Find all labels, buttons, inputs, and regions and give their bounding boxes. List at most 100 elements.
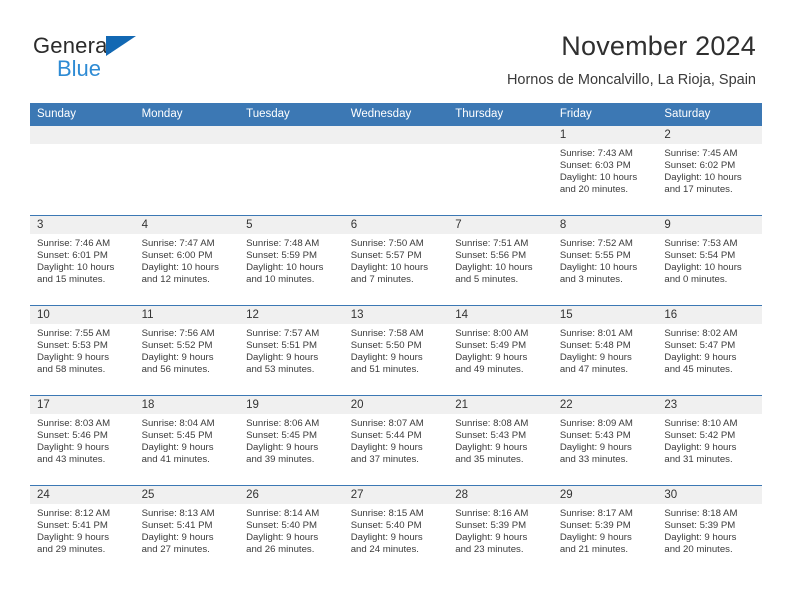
calendar-day-cell[interactable]: 16 Sunrise: 8:02 AM Sunset: 5:47 PM Dayligh… — [657, 305, 762, 396]
day-number: 15 — [552, 306, 658, 324]
day-number: 25 — [134, 486, 240, 504]
daylight-text-line2: and 53 minutes. — [246, 364, 315, 376]
sunset-text: Sunset: 5:40 PM — [246, 520, 318, 532]
daylight-text-line2: and 12 minutes. — [141, 274, 210, 286]
day-sun-info: Sunrise: 7:57 AM Sunset: 5:51 PM Daylight:… — [239, 324, 344, 376]
day-sun-info: Sunrise: 7:58 AM Sunset: 5:50 PM Daylight:… — [344, 324, 449, 376]
sunset-text: Sunset: 5:45 PM — [141, 430, 213, 442]
daylight-text-line2: and 49 minutes. — [455, 364, 524, 376]
calendar-day-cell[interactable]: 12 Sunrise: 7:57 AM Sunset: 5:51 PM Dayligh… — [239, 305, 344, 396]
calendar-day-cell[interactable]: 19 Sunrise: 8:06 AM Sunset: 5:45 PM Dayligh… — [239, 395, 344, 486]
calendar-day-cell[interactable]: 30 Sunrise: 8:18 AM Sunset: 5:39 PM Dayligh… — [657, 485, 762, 576]
day-sun-info: Sunrise: 7:50 AM Sunset: 5:57 PM Daylight:… — [344, 234, 449, 286]
calendar-day-cell[interactable]: 23 Sunrise: 8:10 AM Sunset: 5:42 PM Dayligh… — [657, 395, 762, 486]
day-sun-info: Sunrise: 7:56 AM Sunset: 5:52 PM Daylight:… — [135, 324, 240, 376]
sunset-text: Sunset: 5:56 PM — [455, 250, 527, 262]
page-subtitle: Hornos de Moncalvillo, La Rioja, Spain — [506, 72, 756, 88]
calendar-day-cell[interactable]: 14 Sunrise: 8:00 AM Sunset: 5:49 PM Dayligh… — [448, 305, 553, 396]
brand-logo[interactable]: General Blue — [33, 34, 163, 84]
calendar-day-cell[interactable]: 17 Sunrise: 8:03 AM Sunset: 5:46 PM Dayligh… — [30, 395, 135, 486]
calendar-day-cell[interactable]: 25 Sunrise: 8:13 AM Sunset: 5:41 PM Dayligh… — [134, 485, 240, 576]
calendar-week-row: 24 Sunrise: 8:12 AM Sunset: 5:41 PM Dayligh… — [30, 485, 762, 576]
sunrise-text: Sunrise: 7:52 AM — [559, 238, 633, 249]
sunset-text: Sunset: 5:43 PM — [455, 430, 527, 442]
daylight-text-line2: and 39 minutes. — [246, 454, 315, 466]
daylight-text-line1: Daylight: 9 hours — [559, 532, 632, 544]
day-number: 9 — [657, 216, 762, 234]
calendar-day-cell[interactable]: 1 Sunrise: 7:43 AM Sunset: 6:03 PM Daylight… — [552, 125, 658, 216]
daylight-text-line1: Daylight: 9 hours — [141, 532, 214, 544]
calendar-day-cell[interactable]: 2 Sunrise: 7:45 AM Sunset: 6:02 PM Daylight… — [657, 125, 762, 216]
day-sun-info: Sunrise: 7:48 AM Sunset: 5:59 PM Daylight:… — [239, 234, 344, 286]
calendar-day-cell[interactable]: 27 Sunrise: 8:15 AM Sunset: 5:40 PM Dayligh… — [343, 485, 449, 576]
sunrise-text: Sunrise: 7:57 AM — [246, 328, 320, 339]
daylight-text-line2: and 7 minutes. — [350, 274, 414, 286]
sunrise-text: Sunrise: 8:16 AM — [455, 508, 529, 519]
day-sun-info: Sunrise: 8:17 AM Sunset: 5:39 PM Daylight:… — [553, 504, 658, 556]
day-number — [448, 125, 553, 144]
calendar-day-cell[interactable]: 13 Sunrise: 7:58 AM Sunset: 5:50 PM Dayligh… — [343, 305, 449, 396]
weekday-header-sunday: Sunday — [30, 103, 135, 126]
daylight-text-line1: Daylight: 10 hours — [37, 262, 115, 274]
day-sun-info: Sunrise: 8:18 AM Sunset: 5:39 PM Daylight:… — [657, 504, 762, 556]
calendar-day-cell[interactable]: 26 Sunrise: 8:14 AM Sunset: 5:40 PM Dayligh… — [239, 485, 344, 576]
sunrise-text: Sunrise: 7:46 AM — [37, 238, 111, 249]
calendar-day-cell[interactable]: 5 Sunrise: 7:48 AM Sunset: 5:59 PM Daylight… — [239, 215, 344, 306]
sunset-text: Sunset: 5:39 PM — [664, 520, 736, 532]
brand-name-blue: Blue — [57, 56, 102, 81]
daylight-text-line2: and 56 minutes. — [141, 364, 210, 376]
daylight-text-line1: Daylight: 10 hours — [141, 262, 219, 274]
calendar-day-cell-empty — [343, 125, 449, 216]
calendar-week-row: 1 Sunrise: 7:43 AM Sunset: 6:03 PM Daylight… — [30, 125, 762, 216]
sunrise-text: Sunrise: 7:51 AM — [455, 238, 529, 249]
sunrise-text: Sunrise: 8:10 AM — [664, 418, 738, 429]
sunset-text: Sunset: 6:03 PM — [559, 160, 631, 172]
daylight-text-line1: Daylight: 10 hours — [455, 262, 533, 274]
sunrise-text: Sunrise: 7:50 AM — [350, 238, 424, 249]
day-number: 17 — [30, 396, 135, 414]
calendar-day-cell[interactable]: 9 Sunrise: 7:53 AM Sunset: 5:54 PM Daylight… — [657, 215, 762, 306]
daylight-text-line1: Daylight: 9 hours — [664, 532, 737, 544]
sunset-text: Sunset: 5:55 PM — [559, 250, 631, 262]
day-sun-info: Sunrise: 8:00 AM Sunset: 5:49 PM Daylight:… — [448, 324, 553, 376]
daylight-text-line1: Daylight: 9 hours — [559, 352, 632, 364]
calendar-day-cell[interactable]: 15 Sunrise: 8:01 AM Sunset: 5:48 PM Dayligh… — [552, 305, 658, 396]
page-title: November 2024 — [561, 31, 756, 61]
calendar-day-cell[interactable]: 22 Sunrise: 8:09 AM Sunset: 5:43 PM Dayligh… — [552, 395, 658, 486]
sunset-text: Sunset: 5:44 PM — [350, 430, 422, 442]
calendar-day-cell-empty — [239, 125, 344, 216]
calendar-day-cell[interactable]: 10 Sunrise: 7:55 AM Sunset: 5:53 PM Dayligh… — [30, 305, 135, 396]
daylight-text-line1: Daylight: 9 hours — [141, 442, 214, 454]
calendar-day-cell[interactable]: 18 Sunrise: 8:04 AM Sunset: 5:45 PM Dayligh… — [134, 395, 240, 486]
day-number: 2 — [657, 126, 762, 144]
day-number: 3 — [30, 216, 135, 234]
daylight-text-line1: Daylight: 9 hours — [350, 532, 423, 544]
calendar-day-cell[interactable]: 3 Sunrise: 7:46 AM Sunset: 6:01 PM Daylight… — [30, 215, 135, 306]
weekday-header-wednesday: Wednesday — [343, 103, 449, 126]
calendar-day-cell[interactable]: 7 Sunrise: 7:51 AM Sunset: 5:56 PM Daylight… — [448, 215, 553, 306]
sunset-text: Sunset: 5:53 PM — [37, 340, 108, 352]
daylight-text-line2: and 31 minutes. — [664, 454, 733, 466]
day-number: 12 — [239, 306, 344, 324]
daylight-text-line1: Daylight: 9 hours — [37, 532, 109, 544]
daylight-text-line2: and 47 minutes. — [559, 364, 629, 376]
day-number: 4 — [134, 216, 240, 234]
day-sun-info: Sunrise: 8:02 AM Sunset: 5:47 PM Daylight:… — [657, 324, 762, 376]
calendar-day-cell[interactable]: 21 Sunrise: 8:08 AM Sunset: 5:43 PM Dayligh… — [448, 395, 553, 486]
sunrise-text: Sunrise: 8:06 AM — [246, 418, 320, 429]
calendar-day-cell[interactable]: 20 Sunrise: 8:07 AM Sunset: 5:44 PM Dayligh… — [343, 395, 449, 486]
calendar-day-cell[interactable]: 24 Sunrise: 8:12 AM Sunset: 5:41 PM Dayligh… — [30, 485, 135, 576]
daylight-text-line1: Daylight: 10 hours — [559, 262, 638, 274]
sunset-text: Sunset: 5:41 PM — [141, 520, 213, 532]
calendar-day-cell[interactable]: 29 Sunrise: 8:17 AM Sunset: 5:39 PM Dayligh… — [552, 485, 658, 576]
calendar-day-cell[interactable]: 8 Sunrise: 7:52 AM Sunset: 5:55 PM Daylight… — [552, 215, 658, 306]
calendar-day-cell[interactable]: 4 Sunrise: 7:47 AM Sunset: 6:00 PM Daylight… — [134, 215, 240, 306]
sunrise-text: Sunrise: 8:04 AM — [141, 418, 215, 429]
calendar-day-cell[interactable]: 11 Sunrise: 7:56 AM Sunset: 5:52 PM Dayligh… — [134, 305, 240, 396]
calendar-day-cell[interactable]: 6 Sunrise: 7:50 AM Sunset: 5:57 PM Daylight… — [343, 215, 449, 306]
weekday-header-friday: Friday — [552, 103, 658, 126]
daylight-text-line2: and 58 minutes. — [37, 364, 106, 376]
daylight-text-line1: Daylight: 9 hours — [664, 442, 737, 454]
calendar-day-cell[interactable]: 28 Sunrise: 8:16 AM Sunset: 5:39 PM Dayligh… — [448, 485, 553, 576]
day-sun-info: Sunrise: 8:04 AM Sunset: 5:45 PM Daylight:… — [135, 414, 240, 466]
